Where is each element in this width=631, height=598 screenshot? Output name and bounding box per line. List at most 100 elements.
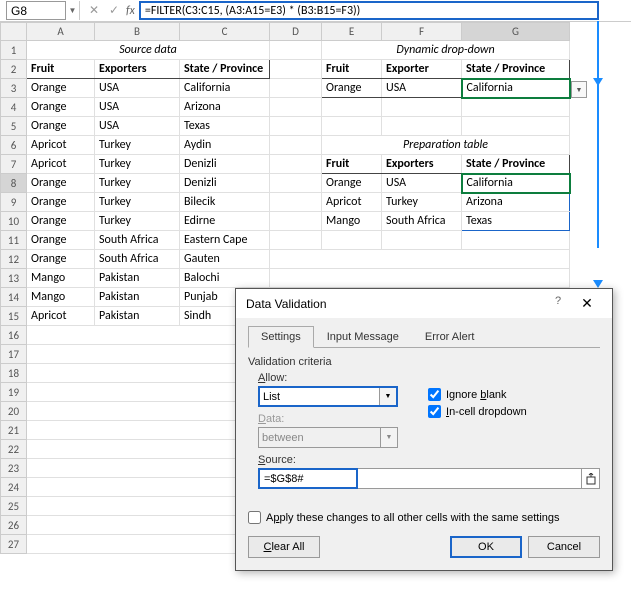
cell[interactable]: South Africa (95, 231, 180, 250)
cell[interactable]: Aydin (180, 136, 270, 155)
enter-formula-icon[interactable]: ✓ (106, 3, 122, 19)
cell[interactable]: Turkey (95, 212, 180, 231)
select-all-corner[interactable] (1, 23, 27, 41)
tab-input-message[interactable]: Input Message (314, 326, 412, 347)
row-header-4[interactable]: 4 (1, 98, 27, 117)
row-header-23[interactable]: 23 (1, 459, 27, 478)
cell[interactable]: Orange (27, 174, 95, 193)
cell[interactable] (270, 212, 322, 231)
formula-bar[interactable]: =FILTER(C3:C15, (A3:A15=E3) * (B3:B15=F3… (139, 1, 599, 20)
row-header-8[interactable]: 8 (1, 174, 27, 193)
state-dropdown-cell[interactable]: California (462, 79, 570, 98)
tab-error-alert[interactable]: Error Alert (412, 326, 488, 347)
row-header-14[interactable]: 14 (1, 288, 27, 307)
col-header-G[interactable]: G (462, 23, 570, 41)
cell[interactable]: Mango (27, 288, 95, 307)
cell[interactable]: Arizona (180, 98, 270, 117)
cell[interactable]: Pakistan (95, 269, 180, 288)
cell[interactable] (270, 98, 322, 117)
cell[interactable]: USA (382, 174, 462, 193)
cell[interactable]: Turkey (95, 193, 180, 212)
row-header-2[interactable]: 2 (1, 60, 27, 79)
cell[interactable]: USA (382, 79, 462, 98)
cell[interactable]: South Africa (95, 250, 180, 269)
source-input[interactable] (258, 468, 358, 489)
chevron-down-icon[interactable]: ▼ (379, 388, 396, 405)
cell[interactable]: Edirne (180, 212, 270, 231)
row-header-25[interactable]: 25 (1, 497, 27, 516)
col-header-B[interactable]: B (95, 23, 180, 41)
close-icon[interactable]: ✕ (572, 295, 602, 312)
cell[interactable]: State / Province (462, 60, 570, 79)
row-header-19[interactable]: 19 (1, 383, 27, 402)
row-header-10[interactable]: 10 (1, 212, 27, 231)
checkbox-input[interactable] (428, 388, 441, 401)
ignore-blank-checkbox[interactable]: Ignore blank (428, 388, 527, 401)
cell[interactable]: Orange (27, 98, 95, 117)
row-header-12[interactable]: 12 (1, 250, 27, 269)
range-picker-icon[interactable] (581, 469, 599, 488)
cell[interactable]: Fruit (322, 60, 382, 79)
incell-dropdown-checkbox[interactable]: In-cell dropdown (428, 405, 527, 418)
cell[interactable]: Denizli (180, 155, 270, 174)
col-header-F[interactable]: F (382, 23, 462, 41)
cell[interactable]: Mango (27, 269, 95, 288)
cell[interactable]: California (180, 79, 270, 98)
cell[interactable] (462, 98, 570, 117)
cell[interactable] (382, 117, 462, 136)
cell[interactable]: USA (95, 98, 180, 117)
cell[interactable]: Turkey (382, 193, 462, 212)
namebox-dropdown-icon[interactable]: ▼ (66, 1, 80, 20)
row-header-18[interactable]: 18 (1, 364, 27, 383)
cell[interactable] (270, 60, 322, 79)
help-icon[interactable]: ? (548, 295, 568, 312)
col-header-C[interactable]: C (180, 23, 270, 41)
row-header-26[interactable]: 26 (1, 516, 27, 535)
row-header-16[interactable]: 16 (1, 326, 27, 345)
row-header-20[interactable]: 20 (1, 402, 27, 421)
cell[interactable]: Orange (322, 79, 382, 98)
cell[interactable]: Turkey (95, 136, 180, 155)
cell[interactable]: Turkey (95, 155, 180, 174)
row-header-24[interactable]: 24 (1, 478, 27, 497)
cell[interactable]: Apricot (27, 307, 95, 326)
cell[interactable]: Apricot (27, 136, 95, 155)
cell[interactable]: Fruit (322, 155, 382, 174)
dropdown-arrow-icon[interactable]: ▼ (571, 81, 587, 98)
row-header-15[interactable]: 15 (1, 307, 27, 326)
cancel-button[interactable]: Cancel (528, 536, 600, 558)
cell[interactable] (270, 136, 322, 155)
cell[interactable] (270, 79, 322, 98)
cell[interactable]: Orange (27, 117, 95, 136)
row-header-7[interactable]: 7 (1, 155, 27, 174)
cell[interactable]: South Africa (382, 212, 462, 231)
row-header-9[interactable]: 9 (1, 193, 27, 212)
row-header-3[interactable]: 3 (1, 79, 27, 98)
cell[interactable] (270, 41, 322, 60)
ok-button[interactable]: OK (450, 536, 522, 558)
cell[interactable] (462, 231, 570, 250)
name-box[interactable] (6, 1, 66, 20)
clear-all-button[interactable]: Clear All (248, 536, 320, 558)
cell[interactable]: Orange (27, 212, 95, 231)
checkbox-input[interactable] (428, 405, 441, 418)
fx-icon[interactable]: fx (126, 4, 135, 18)
tab-settings[interactable]: Settings (248, 326, 314, 348)
row-header-22[interactable]: 22 (1, 440, 27, 459)
cell[interactable]: USA (95, 79, 180, 98)
cell[interactable]: Exporters (382, 155, 462, 174)
cell[interactable]: Pakistan (95, 288, 180, 307)
cell[interactable]: Denizli (180, 174, 270, 193)
cell[interactable]: Eastern Cape (180, 231, 270, 250)
cell[interactable] (270, 231, 322, 250)
cell[interactable]: Texas (180, 117, 270, 136)
cell[interactable] (382, 231, 462, 250)
cell[interactable]: Orange (27, 231, 95, 250)
cell[interactable]: Fruit (27, 60, 95, 79)
col-header-A[interactable]: A (27, 23, 95, 41)
cell[interactable]: Pakistan (95, 307, 180, 326)
cell[interactable]: Bilecik (180, 193, 270, 212)
cell[interactable] (270, 174, 322, 193)
cell[interactable]: Apricot (27, 155, 95, 174)
col-header-D[interactable]: D (270, 23, 322, 41)
